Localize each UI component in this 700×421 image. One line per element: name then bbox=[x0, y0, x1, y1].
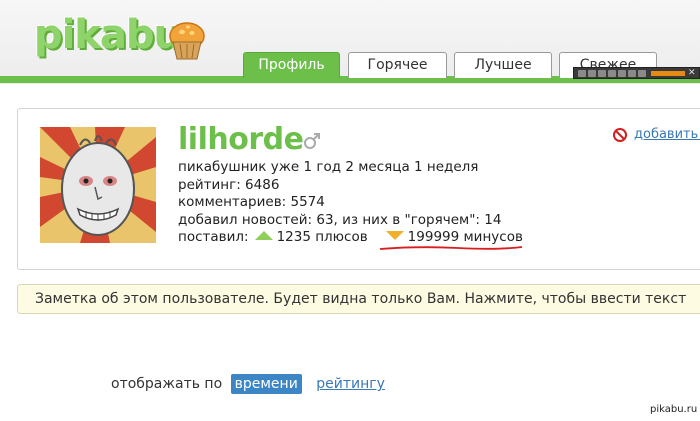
watermark: pikabu.ru bbox=[650, 404, 698, 415]
ban-icon bbox=[613, 128, 627, 142]
tab-best[interactable]: Лучшее bbox=[454, 52, 552, 78]
votes-pluses: 1235 плюсов bbox=[276, 229, 368, 245]
player-button[interactable] bbox=[618, 70, 626, 77]
player-button[interactable] bbox=[598, 70, 606, 77]
tab-hot[interactable]: Горячее bbox=[348, 52, 447, 78]
profile-username: lilhorde bbox=[178, 122, 304, 157]
avatar bbox=[40, 127, 156, 243]
profile-stats: пикабушник уже 1 год 2 месяца 1 неделя р… bbox=[178, 159, 523, 247]
votes-label: поставил: bbox=[178, 229, 249, 245]
media-player-bar[interactable]: ✕ bbox=[573, 67, 700, 79]
player-button[interactable] bbox=[608, 70, 616, 77]
profile-age: пикабушник уже 1 год 2 месяца 1 неделя bbox=[178, 159, 479, 175]
player-button[interactable] bbox=[588, 70, 596, 77]
user-note-field[interactable]: Заметка об этом пользователе. Будет видн… bbox=[17, 284, 700, 314]
tab-profile[interactable]: Профиль bbox=[243, 52, 340, 78]
player-button[interactable] bbox=[638, 70, 646, 77]
player-button[interactable] bbox=[578, 70, 586, 77]
profile-news: добавил новостей: 63, из них в "горячем"… bbox=[178, 211, 502, 228]
sort-by-time-button[interactable]: времени bbox=[230, 374, 302, 394]
add-to-link[interactable]: добавить в bbox=[634, 127, 700, 142]
profile-comments: комментариев: 5574 bbox=[178, 194, 325, 210]
player-button[interactable] bbox=[628, 70, 636, 77]
male-icon bbox=[304, 133, 320, 149]
cupcake-logo-icon bbox=[169, 22, 205, 60]
plus-arrow-icon bbox=[254, 231, 273, 240]
sort-controls: отображать по времени рейтингу bbox=[111, 374, 385, 394]
minus-arrow-icon bbox=[385, 231, 404, 240]
sort-by-rating-link[interactable]: рейтингу bbox=[316, 376, 385, 392]
player-close-icon[interactable]: ✕ bbox=[688, 67, 696, 79]
logo-text: pikabu bbox=[34, 12, 182, 58]
red-underline-annotation bbox=[379, 246, 523, 250]
profile-rating: рейтинг: 6486 bbox=[178, 176, 280, 193]
player-volume-bar[interactable] bbox=[651, 71, 685, 76]
sort-label: отображать по bbox=[111, 376, 223, 392]
